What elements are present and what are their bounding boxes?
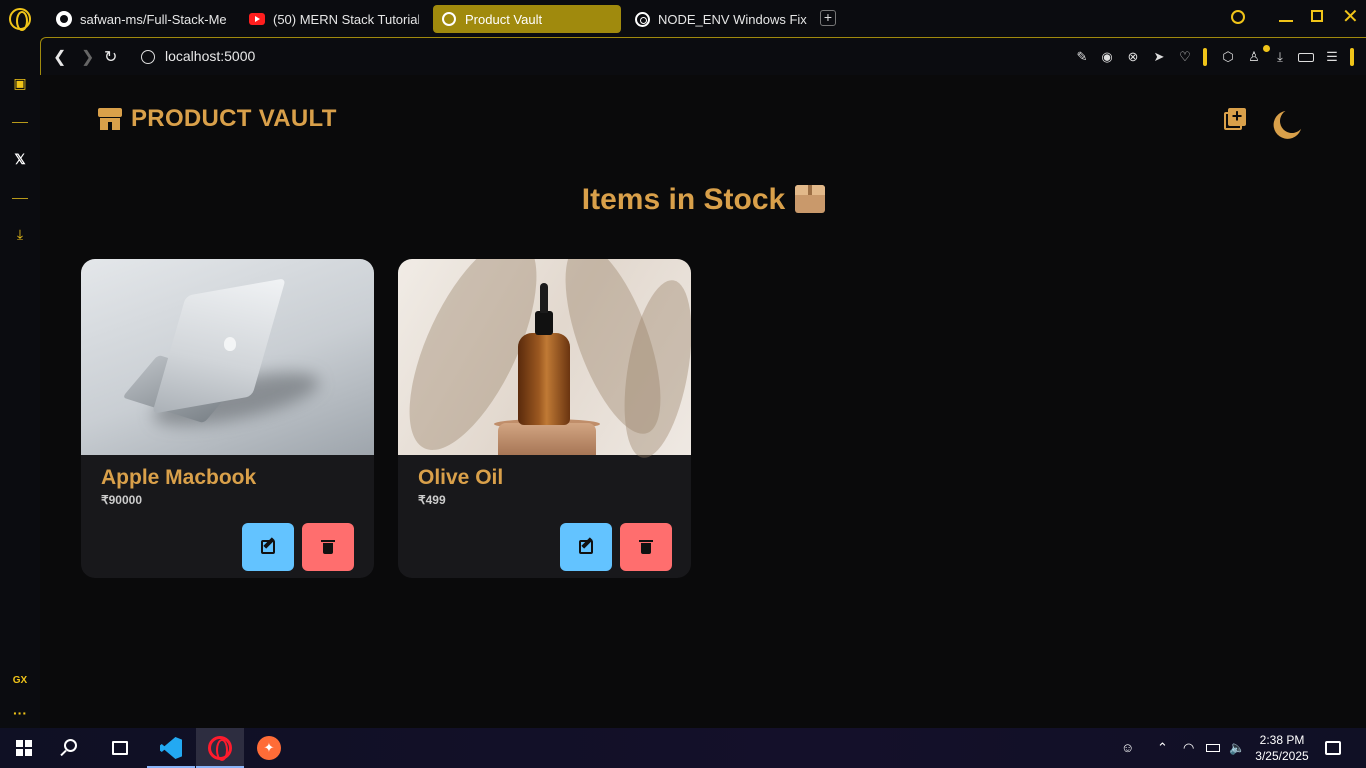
notification-dot: [1263, 45, 1270, 52]
sidebar-divider: [12, 122, 28, 123]
gx-control-icon[interactable]: GX: [10, 675, 30, 693]
back-button[interactable]: ❮: [53, 47, 66, 67]
cube-icon[interactable]: ⬡: [1220, 49, 1236, 65]
restore-button[interactable]: [1311, 10, 1323, 22]
page-heading-text: Items in Stock: [581, 183, 786, 216]
tab-youtube[interactable]: (50) MERN Stack Tutorial: [249, 5, 419, 33]
opera-gx-icon: [208, 736, 232, 761]
trash-icon: [321, 540, 335, 554]
tab-product-vault[interactable]: Product Vault: [433, 5, 621, 33]
more-options-icon[interactable]: ···: [10, 705, 30, 723]
opera-menu-icon[interactable]: [9, 8, 31, 31]
product-card: Apple Macbook ₹90000: [81, 259, 374, 578]
edit-product-button[interactable]: [560, 523, 612, 571]
clock-date: 3/25/2025: [1255, 749, 1309, 763]
search-icon[interactable]: [64, 739, 77, 752]
download-icon[interactable]: ⤓: [10, 226, 30, 244]
trash-icon: [639, 540, 653, 554]
screen: safwan-ms/Full-Stack-Me (50) MERN Stack …: [0, 0, 1366, 768]
toolbar-divider: [1350, 48, 1354, 66]
product-price: ₹90000: [101, 493, 143, 507]
package-box-icon: [795, 185, 826, 213]
wifi-icon[interactable]: ◠: [1183, 740, 1194, 756]
brand-logo[interactable]: PRODUCT VAULT: [98, 105, 337, 133]
brand-name: PRODUCT VAULT: [131, 105, 337, 132]
close-window-button[interactable]: ✕: [1342, 4, 1359, 29]
chatgpt-icon: [634, 11, 650, 27]
toolbar-divider: [1203, 48, 1207, 66]
delete-product-button[interactable]: [302, 523, 354, 571]
postman-icon[interactable]: ✦: [257, 736, 281, 760]
browser-sidebar: ▣ 𝕏 ⤓ GX ···: [0, 37, 40, 728]
notification-center-icon[interactable]: [1325, 741, 1341, 755]
forward-button[interactable]: ❯: [81, 47, 94, 67]
system-clock[interactable]: 2:38 PM 3/25/2025: [1252, 732, 1312, 764]
site-info-icon[interactable]: [141, 50, 155, 64]
product-image-oil-bottle: [398, 259, 691, 468]
adblock-shield-icon[interactable]: ⊗: [1125, 49, 1141, 65]
plus-square-icon: +: [1228, 107, 1246, 126]
youtube-icon: [249, 11, 265, 27]
send-icon[interactable]: ➤: [1151, 49, 1167, 65]
edit-icon: [579, 540, 593, 554]
tab-github[interactable]: safwan-ms/Full-Stack-Me: [56, 5, 226, 33]
url-field[interactable]: localhost:5000: [165, 48, 255, 64]
battery-icon[interactable]: [1206, 744, 1220, 752]
product-name: Olive Oil: [418, 466, 504, 489]
camera-icon[interactable]: ◉: [1099, 49, 1115, 65]
profile-icon[interactable]: ♙: [1246, 49, 1262, 65]
easy-setup-icon[interactable]: ✎: [1074, 49, 1090, 65]
edit-product-button[interactable]: [242, 523, 294, 571]
address-bar: ❮ ❯ ↻ localhost:5000 ✎ ◉ ⊗ ➤ ♡ ⬡ ♙ ⤓ ☰: [40, 37, 1366, 75]
product-price: ₹499: [418, 493, 446, 507]
volume-icon[interactable]: 🔈: [1229, 740, 1245, 756]
downloads-icon[interactable]: ⤓: [1272, 49, 1288, 65]
heart-icon[interactable]: ♡: [1177, 49, 1193, 65]
github-icon: [56, 11, 72, 27]
globe-icon: [441, 11, 457, 27]
product-name: Apple Macbook: [101, 466, 257, 489]
settings-sliders-icon[interactable]: ☰: [1324, 49, 1340, 65]
gaming-controller-icon[interactable]: ▣: [10, 75, 30, 93]
sidebar-divider: [12, 198, 28, 199]
theme-toggle-moon-icon[interactable]: [1278, 107, 1306, 135]
product-card: Olive Oil ₹499: [398, 259, 691, 578]
tab-title: safwan-ms/Full-Stack-Me: [80, 11, 226, 27]
clock-time: 2:38 PM: [1259, 733, 1305, 747]
tab-title: NODE_ENV Windows Fix: [658, 11, 807, 27]
battery-saver-icon[interactable]: [1298, 53, 1314, 62]
edit-icon: [261, 540, 275, 554]
task-view-icon[interactable]: [112, 741, 128, 755]
delete-product-button[interactable]: [620, 523, 672, 571]
add-product-button[interactable]: +: [1224, 107, 1246, 130]
product-image-laptop: [81, 259, 374, 455]
reload-button[interactable]: ↻: [104, 47, 117, 67]
windows-taskbar: ✦ ☺ ⌃ ◠ 🔈 2:38 PM 3/25/2025: [0, 728, 1366, 768]
apple-logo-icon: [224, 337, 236, 351]
tab-title: Product Vault: [465, 11, 543, 27]
minimize-button[interactable]: [1279, 20, 1293, 22]
tab-node-env[interactable]: NODE_ENV Windows Fix: [634, 5, 814, 33]
app-page: PRODUCT VAULT + Items in Stock Apple Mac…: [41, 75, 1366, 728]
new-tab-button[interactable]: +: [820, 10, 836, 26]
chevron-up-icon[interactable]: ⌃: [1157, 740, 1168, 756]
windows-start-icon[interactable]: [16, 740, 32, 756]
browser-tab-bar: safwan-ms/Full-Stack-Me (50) MERN Stack …: [0, 0, 1366, 37]
page-heading: Items in Stock: [41, 183, 1366, 217]
tab-search-icon[interactable]: [1231, 10, 1245, 24]
x-twitter-icon[interactable]: 𝕏: [10, 151, 30, 169]
tab-title: (50) MERN Stack Tutorial: [273, 11, 419, 27]
people-icon[interactable]: ☺: [1121, 740, 1134, 755]
store-icon: [98, 108, 122, 130]
